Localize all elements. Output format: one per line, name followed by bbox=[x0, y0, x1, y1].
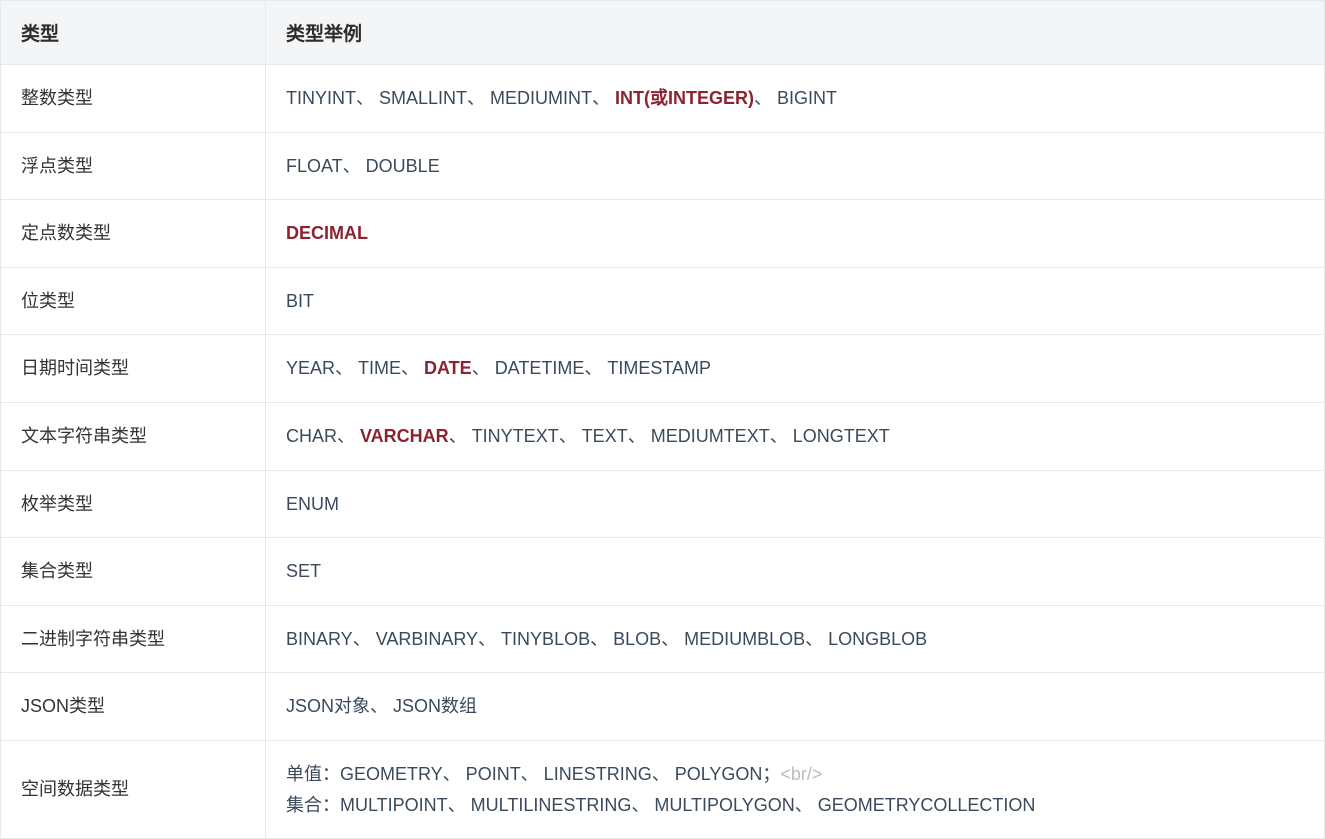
example-cell: BIT bbox=[266, 267, 1325, 335]
text-segment: BINARY、 VARBINARY、 TINYBLOB、 BLOB、 MEDIU… bbox=[286, 629, 927, 649]
text-segment: 、 BIGINT bbox=[754, 88, 837, 108]
text-segment: JSON对象、 JSON数组 bbox=[286, 696, 477, 716]
example-cell: BINARY、 VARBINARY、 TINYBLOB、 BLOB、 MEDIU… bbox=[266, 605, 1325, 673]
data-types-table: 类型 类型举例 整数类型TINYINT、 SMALLINT、 MEDIUMINT… bbox=[0, 0, 1325, 839]
text-segment: 、 DATETIME、 TIMESTAMP bbox=[472, 358, 711, 378]
type-cell: 定点数类型 bbox=[1, 200, 266, 268]
type-cell: 二进制字符串类型 bbox=[1, 605, 266, 673]
table-row: JSON类型 JSON对象、 JSON数组 bbox=[1, 673, 1325, 741]
table-row: 位类型 BIT bbox=[1, 267, 1325, 335]
text-segment: 、 TINYTEXT、 TEXT、 MEDIUMTEXT、 LONGTEXT bbox=[449, 426, 890, 446]
text-segment: <br/> bbox=[780, 764, 822, 784]
text-segment: CHAR、 bbox=[286, 426, 360, 446]
example-cell: JSON对象、 JSON数组 bbox=[266, 673, 1325, 741]
text-segment: TINYINT、 SMALLINT、 MEDIUMINT、 bbox=[286, 88, 615, 108]
type-cell: 整数类型 bbox=[1, 65, 266, 133]
table-row: 空间数据类型单值：GEOMETRY、 POINT、 LINESTRING、 PO… bbox=[1, 740, 1325, 838]
table-row: 集合类型 SET bbox=[1, 538, 1325, 606]
type-cell: 浮点类型 bbox=[1, 132, 266, 200]
type-cell: 枚举类型 bbox=[1, 470, 266, 538]
example-cell: DECIMAL bbox=[266, 200, 1325, 268]
table-row: 二进制字符串类型 BINARY、 VARBINARY、 TINYBLOB、 BLO… bbox=[1, 605, 1325, 673]
header-type: 类型 bbox=[1, 1, 266, 65]
text-segment: FLOAT、 DOUBLE bbox=[286, 156, 440, 176]
text-segment: BIT bbox=[286, 291, 314, 311]
table-row: 整数类型TINYINT、 SMALLINT、 MEDIUMINT、 INT(或I… bbox=[1, 65, 1325, 133]
example-cell: FLOAT、 DOUBLE bbox=[266, 132, 1325, 200]
table-row: 日期时间类型YEAR、 TIME、 DATE、 DATETIME、 TIMEST… bbox=[1, 335, 1325, 403]
text-segment: 集合：MULTIPOINT、 MULTILINESTRING、 MULTIPOL… bbox=[286, 795, 1035, 815]
example-cell: YEAR、 TIME、 DATE、 DATETIME、 TIMESTAMP bbox=[266, 335, 1325, 403]
type-cell: 位类型 bbox=[1, 267, 266, 335]
table-row: 定点数类型 DECIMAL bbox=[1, 200, 1325, 268]
text-segment: 单值：GEOMETRY、 POINT、 LINESTRING、 POLYGON； bbox=[286, 764, 780, 784]
type-cell: 日期时间类型 bbox=[1, 335, 266, 403]
example-cell: SET bbox=[266, 538, 1325, 606]
example-cell: CHAR、 VARCHAR、 TINYTEXT、 TEXT、 MEDIUMTEX… bbox=[266, 402, 1325, 470]
text-segment: INT(或INTEGER) bbox=[615, 88, 754, 108]
example-cell: 单值：GEOMETRY、 POINT、 LINESTRING、 POLYGON；… bbox=[266, 740, 1325, 838]
text-segment: SET bbox=[286, 561, 321, 581]
type-cell: 空间数据类型 bbox=[1, 740, 266, 838]
table-row: 枚举类型 ENUM bbox=[1, 470, 1325, 538]
header-example: 类型举例 bbox=[266, 1, 1325, 65]
example-cell: ENUM bbox=[266, 470, 1325, 538]
text-segment: DATE bbox=[424, 358, 472, 378]
table-row: 文本字符串类型CHAR、 VARCHAR、 TINYTEXT、 TEXT、 ME… bbox=[1, 402, 1325, 470]
table-header-row: 类型 类型举例 bbox=[1, 1, 1325, 65]
text-segment: DECIMAL bbox=[286, 223, 368, 243]
example-cell: TINYINT、 SMALLINT、 MEDIUMINT、 INT(或INTEG… bbox=[266, 65, 1325, 133]
text-segment: ENUM bbox=[286, 494, 339, 514]
type-cell: 集合类型 bbox=[1, 538, 266, 606]
text-segment: VARCHAR bbox=[360, 426, 449, 446]
text-segment: YEAR、 TIME、 bbox=[286, 358, 424, 378]
type-cell: JSON类型 bbox=[1, 673, 266, 741]
table-row: 浮点类型 FLOAT、 DOUBLE bbox=[1, 132, 1325, 200]
type-cell: 文本字符串类型 bbox=[1, 402, 266, 470]
